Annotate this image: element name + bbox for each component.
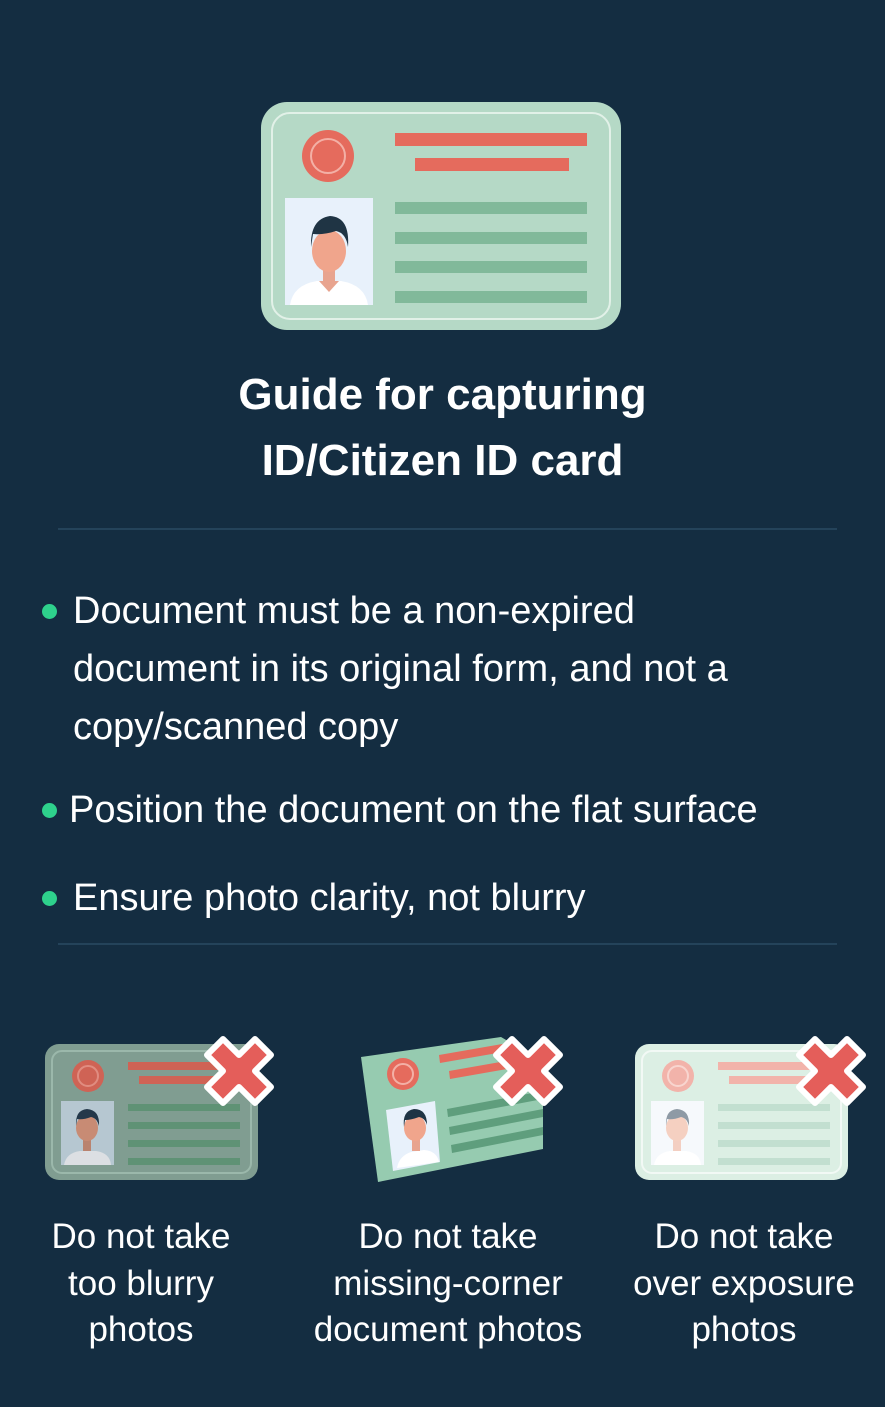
bullet-icon (42, 803, 57, 818)
guide-rules-list: Document must be a non-expired document … (40, 582, 880, 927)
rule-text-line: Position the document on the flat surfac… (69, 789, 758, 831)
caption-line: Do not take (51, 1217, 231, 1256)
rule-item-photo-clarity: Ensure photo clarity, not blurry (40, 869, 880, 927)
missing-corner-card-icon (361, 1036, 563, 1182)
caption-line: too blurry (68, 1263, 214, 1303)
caption-line: Do not take (358, 1217, 538, 1256)
caption-line: photos (691, 1310, 797, 1349)
title-line-1: Guide for capturing (238, 370, 647, 419)
caption-line: document photos (313, 1310, 583, 1349)
rule-text-line: copy/scanned copy (73, 706, 399, 748)
bullet-icon (42, 891, 57, 906)
rule-text-line: Document must be a non-expired (73, 590, 635, 632)
page-title: Guide for capturing ID/Citizen ID card (0, 362, 885, 494)
id-card-icon (261, 102, 621, 330)
rule-text-line: Ensure photo clarity, not blurry (73, 877, 586, 919)
caption-line: missing-corner (333, 1263, 563, 1303)
title-line-2: ID/Citizen ID card (261, 436, 624, 485)
bullet-icon (42, 604, 57, 619)
divider-top (58, 528, 837, 530)
rule-text-line: document in its original form, and not a (73, 648, 728, 690)
caption-line: over exposure (633, 1263, 855, 1303)
rule-item-original-document: Document must be a non-expired document … (40, 582, 880, 756)
blurry-card-icon (45, 1036, 274, 1180)
warning-caption-overexposure: Do not take over exposure photos (594, 1214, 885, 1354)
warning-caption-blurry: Do not take too blurry photos (0, 1214, 291, 1354)
warning-caption-missing-corner: Do not take missing-corner document phot… (298, 1214, 598, 1354)
divider-bottom (58, 943, 837, 945)
caption-line: Do not take (654, 1217, 834, 1256)
overexposed-card-icon (635, 1036, 866, 1180)
caption-line: photos (88, 1310, 194, 1349)
rule-item-flat-surface: Position the document on the flat surfac… (40, 781, 880, 839)
